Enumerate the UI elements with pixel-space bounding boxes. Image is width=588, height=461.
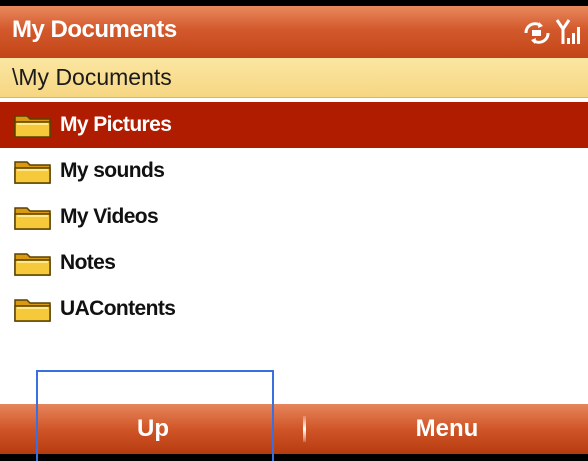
up-softkey-button[interactable]: Up <box>0 404 306 454</box>
folder-icon <box>14 161 51 184</box>
softkey-bar: Up Menu <box>0 404 588 454</box>
list-item-folder[interactable]: My Videos <box>0 194 588 240</box>
folder-label: Notes <box>60 251 116 274</box>
folder-label: My sounds <box>60 159 165 182</box>
folder-icon <box>14 299 51 322</box>
list-item-folder[interactable]: My Pictures <box>0 102 588 148</box>
signal-strength-icon <box>556 19 580 44</box>
status-icons <box>522 18 582 46</box>
list-item-folder[interactable]: Notes <box>0 240 588 286</box>
current-path: \My Documents <box>12 64 172 90</box>
list-item-folder[interactable]: UAContents <box>0 286 588 332</box>
network-sync-icon <box>524 22 550 44</box>
window-title: My Documents <box>12 16 177 43</box>
folder-label: UAContents <box>60 297 176 320</box>
folder-icon <box>14 207 51 230</box>
screen-bottom-edge <box>0 454 588 461</box>
folder-icon <box>14 253 51 276</box>
path-bar: \My Documents <box>0 58 588 98</box>
folder-label: My Videos <box>60 205 159 228</box>
folder-label: My Pictures <box>60 113 172 136</box>
menu-softkey-button[interactable]: Menu <box>306 404 588 454</box>
folder-icon <box>14 115 51 138</box>
folder-list: My Pictures My sounds My Videos Notes UA… <box>0 102 588 332</box>
title-bar: My Documents <box>0 6 588 58</box>
list-item-folder[interactable]: My sounds <box>0 148 588 194</box>
